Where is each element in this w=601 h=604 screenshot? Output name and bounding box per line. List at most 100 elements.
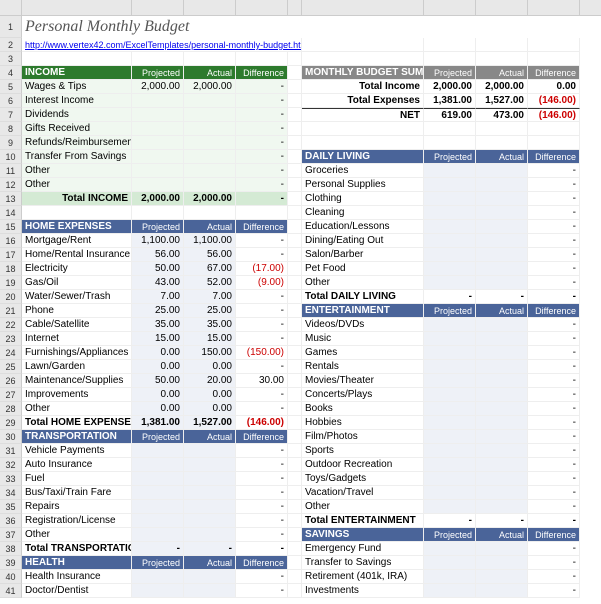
cell[interactable]: 473.00 (476, 108, 528, 122)
cell[interactable]: 0.00 (184, 360, 236, 374)
row-number[interactable]: 24 (0, 346, 22, 360)
item-label[interactable]: Other (22, 402, 132, 416)
item-label[interactable]: Maintenance/Supplies (22, 374, 132, 388)
cell[interactable] (184, 570, 236, 584)
cell[interactable] (424, 220, 476, 234)
summary-header[interactable]: MONTHLY BUDGET SUMMARY (302, 66, 424, 80)
cell[interactable]: 150.00 (184, 346, 236, 360)
row-number[interactable]: 40 (0, 570, 22, 584)
row-number[interactable]: 8 (0, 122, 22, 136)
cell[interactable] (476, 206, 528, 220)
cell[interactable]: - (528, 556, 580, 570)
cell[interactable] (132, 178, 184, 192)
cell[interactable]: 2,000.00 (184, 192, 236, 206)
cell[interactable]: 52.00 (184, 276, 236, 290)
cell[interactable]: Projected (424, 66, 476, 80)
cell[interactable] (424, 164, 476, 178)
cell[interactable]: - (236, 458, 288, 472)
col-F[interactable] (302, 0, 424, 15)
item-label[interactable]: Fuel (22, 472, 132, 486)
cell[interactable]: (146.00) (236, 416, 288, 430)
item-label[interactable]: Games (302, 346, 424, 360)
income-item-label[interactable]: Transfer From Savings (22, 150, 132, 164)
cell[interactable]: 15.00 (132, 332, 184, 346)
cell[interactable]: 35.00 (184, 318, 236, 332)
cell[interactable] (236, 52, 288, 66)
cell[interactable] (288, 556, 302, 570)
cell[interactable] (288, 248, 302, 262)
cell[interactable]: - (236, 584, 288, 598)
cell[interactable] (288, 318, 302, 332)
cell[interactable]: - (236, 402, 288, 416)
row-number[interactable]: 35 (0, 500, 22, 514)
cell[interactable]: - (236, 318, 288, 332)
row-number[interactable]: 7 (0, 108, 22, 122)
cell[interactable] (132, 570, 184, 584)
cell[interactable] (288, 332, 302, 346)
cell[interactable]: 2,000.00 (132, 192, 184, 206)
cell[interactable]: 0.00 (132, 402, 184, 416)
row-number[interactable]: 17 (0, 248, 22, 262)
cell[interactable]: 0.00 (184, 402, 236, 416)
cell[interactable] (476, 136, 528, 150)
cell[interactable]: Difference (236, 430, 288, 444)
cell[interactable]: 7.00 (184, 290, 236, 304)
cell[interactable]: - (528, 360, 580, 374)
cell[interactable]: 67.00 (184, 262, 236, 276)
cell[interactable]: 1,527.00 (476, 94, 528, 108)
cell[interactable] (288, 430, 302, 444)
cell[interactable]: - (528, 234, 580, 248)
cell[interactable] (288, 416, 302, 430)
cell[interactable] (528, 122, 580, 136)
item-label[interactable]: Pet Food (302, 262, 424, 276)
cell[interactable] (288, 164, 302, 178)
cell[interactable]: - (236, 150, 288, 164)
cell[interactable] (132, 108, 184, 122)
cell[interactable]: 56.00 (184, 248, 236, 262)
cell[interactable] (528, 52, 580, 66)
cell[interactable] (302, 52, 424, 66)
cell[interactable]: 2,000.00 (424, 80, 476, 94)
cell[interactable] (424, 542, 476, 556)
cell[interactable] (476, 570, 528, 584)
cell[interactable]: 0.00 (132, 388, 184, 402)
cell[interactable]: - (236, 500, 288, 514)
col-B[interactable] (132, 0, 184, 15)
cell[interactable]: 20.00 (184, 374, 236, 388)
cell[interactable] (476, 500, 528, 514)
cell[interactable]: Difference (528, 304, 580, 318)
cell[interactable]: Difference (528, 150, 580, 164)
cell[interactable] (184, 444, 236, 458)
cell[interactable] (528, 38, 580, 52)
cell[interactable]: - (528, 346, 580, 360)
cell[interactable]: http://www.vertex42.com/ExcelTemplates/p… (22, 38, 302, 52)
cell[interactable]: - (236, 290, 288, 304)
cell[interactable]: Projected (132, 430, 184, 444)
cell[interactable]: 2,000.00 (476, 80, 528, 94)
cell[interactable] (184, 458, 236, 472)
row-number[interactable]: 22 (0, 318, 22, 332)
cell[interactable] (476, 248, 528, 262)
cell[interactable]: - (236, 248, 288, 262)
row-number[interactable]: 14 (0, 206, 22, 220)
item-label[interactable]: Sports (302, 444, 424, 458)
cell[interactable] (288, 52, 302, 66)
cell[interactable] (288, 584, 302, 598)
cell[interactable]: - (236, 360, 288, 374)
cell[interactable]: - (476, 290, 528, 304)
item-label[interactable]: Toys/Gadgets (302, 472, 424, 486)
spreadsheet[interactable]: { "title": "Personal Monthly Budget", "l… (0, 0, 601, 598)
cell[interactable] (476, 458, 528, 472)
cell[interactable] (424, 122, 476, 136)
cell[interactable] (184, 178, 236, 192)
item-label[interactable]: Movies/Theater (302, 374, 424, 388)
cell[interactable] (288, 220, 302, 234)
row-number[interactable]: 21 (0, 304, 22, 318)
cell[interactable]: - (184, 542, 236, 556)
income-item-label[interactable]: Dividends (22, 108, 132, 122)
item-label[interactable]: Rentals (302, 360, 424, 374)
cell[interactable] (476, 318, 528, 332)
col-I[interactable] (528, 0, 580, 15)
cell[interactable] (424, 318, 476, 332)
cell[interactable] (424, 276, 476, 290)
